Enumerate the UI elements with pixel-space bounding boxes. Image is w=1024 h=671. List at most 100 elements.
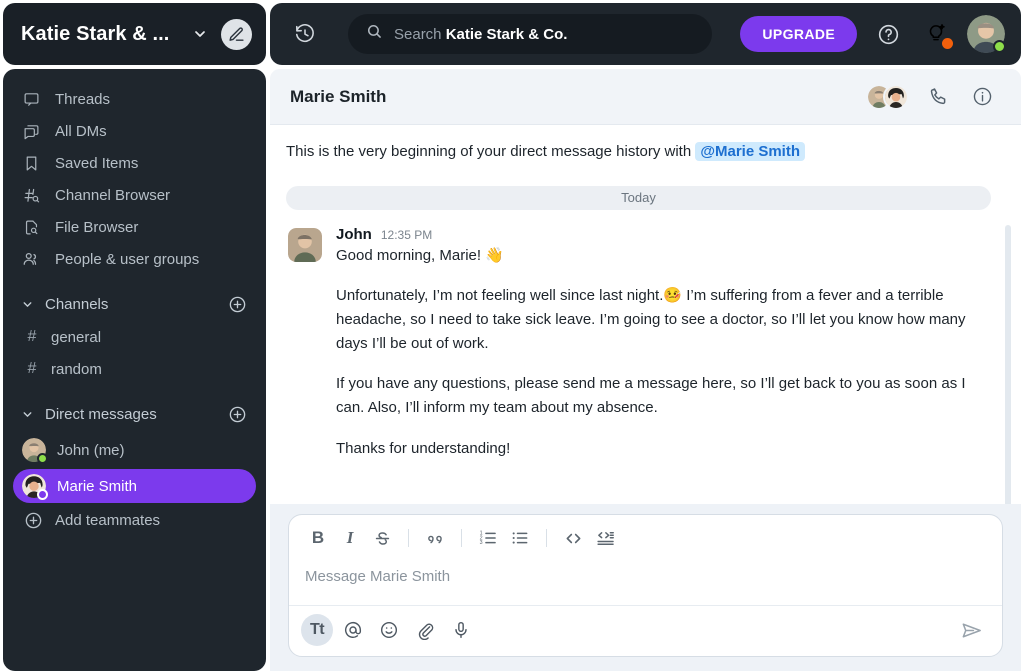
channel-name: general bbox=[51, 328, 102, 346]
formatting-toolbar: B I 123 bbox=[289, 515, 1002, 560]
toolbar-separator bbox=[546, 529, 547, 547]
workspace-header[interactable]: Katie Stark & ... bbox=[3, 3, 266, 65]
message-input[interactable]: Message Marie Smith bbox=[289, 560, 1002, 605]
inline-code-button[interactable] bbox=[558, 524, 588, 552]
conversation-intro: This is the very beginning of your direc… bbox=[286, 137, 991, 164]
file-browser-icon bbox=[21, 219, 41, 236]
sidebar-channel-random[interactable]: # random bbox=[13, 353, 256, 385]
attachment-button[interactable] bbox=[409, 614, 441, 646]
user-avatar-button[interactable] bbox=[967, 15, 1006, 53]
message-meta: John 12:35 PM bbox=[336, 226, 991, 243]
sidebar-item-label: People & user groups bbox=[55, 250, 200, 268]
message-timestamp: 12:35 PM bbox=[380, 227, 433, 242]
sidebar-item-label: Threads bbox=[55, 90, 111, 108]
mention-pill[interactable]: @Marie Smith bbox=[695, 142, 806, 161]
hash-icon: # bbox=[27, 360, 37, 377]
avatar bbox=[22, 438, 48, 464]
sidebar-item-file-browser[interactable]: File Browser bbox=[13, 211, 256, 243]
message-author[interactable]: John bbox=[336, 226, 372, 243]
people-icon bbox=[21, 250, 41, 268]
formatting-toggle[interactable]: Tt bbox=[301, 614, 333, 646]
search-text: Search Katie Stark & Co. bbox=[394, 26, 567, 43]
channel-browser-icon bbox=[21, 187, 41, 204]
sidebar-channel-general[interactable]: # general bbox=[13, 321, 256, 353]
add-dm-button[interactable] bbox=[226, 403, 248, 425]
sidebar-item-people[interactable]: People & user groups bbox=[13, 243, 256, 275]
bold-button[interactable]: B bbox=[303, 524, 333, 552]
bookmark-icon bbox=[21, 155, 41, 172]
sidebar-item-saved-items[interactable]: Saved Items bbox=[13, 147, 256, 179]
presence-dot-online bbox=[37, 453, 48, 464]
search-workspace: Katie Stark & Co. bbox=[445, 25, 568, 43]
message-list: This is the very beginning of your direc… bbox=[270, 125, 1021, 504]
notification-badge bbox=[942, 38, 953, 49]
presence-dot-online bbox=[993, 40, 1006, 53]
composer-area: B I 123 Message Marie Smith Tt bbox=[270, 504, 1021, 671]
sidebar-item-all-dms[interactable]: All DMs bbox=[13, 115, 256, 147]
top-bar: Search Katie Stark & Co. UPGRADE bbox=[270, 3, 1021, 65]
whats-new-button[interactable] bbox=[919, 17, 953, 51]
send-button[interactable] bbox=[954, 614, 988, 646]
conversation-members[interactable] bbox=[866, 83, 909, 110]
sidebar-item-channel-browser[interactable]: Channel Browser bbox=[13, 179, 256, 211]
main-panel: Marie Smith This is the very beginning o… bbox=[270, 69, 1021, 671]
add-channel-button[interactable] bbox=[226, 293, 248, 315]
sidebar-item-label: All DMs bbox=[55, 122, 107, 140]
add-teammates-label: Add teammates bbox=[55, 511, 161, 529]
code-block-button[interactable] bbox=[590, 524, 620, 552]
message-paragraph: Good morning, Marie! 👋 bbox=[336, 246, 504, 264]
intro-text: This is the very beginning of your direc… bbox=[286, 143, 692, 160]
chevron-down-icon bbox=[21, 298, 35, 311]
avatar bbox=[22, 474, 48, 500]
search-icon bbox=[366, 23, 383, 45]
dm-section-title: Direct messages bbox=[45, 405, 157, 423]
bullet-list-button[interactable] bbox=[505, 524, 535, 552]
toolbar-separator bbox=[408, 529, 409, 547]
phone-icon[interactable] bbox=[923, 82, 953, 112]
message-paragraph: Thanks for understanding! bbox=[336, 439, 511, 457]
message-row: John 12:35 PM Good morning, Marie! 👋 Unf… bbox=[286, 226, 991, 461]
toolbar-separator bbox=[461, 529, 462, 547]
sidebar-item-threads[interactable]: Threads bbox=[13, 83, 256, 115]
strikethrough-button[interactable] bbox=[367, 524, 397, 552]
voice-button[interactable] bbox=[445, 614, 477, 646]
mention-button[interactable] bbox=[337, 614, 369, 646]
message-scrollbar[interactable] bbox=[1005, 225, 1011, 504]
presence-dot-offline bbox=[37, 489, 48, 500]
hash-icon: # bbox=[27, 328, 37, 345]
info-circle-icon[interactable] bbox=[967, 82, 997, 112]
slack-app-window: Katie Stark & ... Threads All DMs Saved … bbox=[0, 0, 1024, 671]
dm-name: John (me) bbox=[57, 441, 125, 459]
add-teammates-button[interactable]: Add teammates bbox=[13, 503, 256, 537]
conversation-header: Marie Smith bbox=[270, 69, 1021, 125]
chevron-down-icon[interactable] bbox=[189, 26, 211, 42]
chevron-down-icon bbox=[21, 408, 35, 421]
sidebar-dm-john[interactable]: John (me) bbox=[13, 433, 256, 467]
channels-section-header[interactable]: Channels bbox=[13, 287, 256, 321]
sidebar: Threads All DMs Saved Items Channel Brow… bbox=[3, 69, 266, 671]
search-input[interactable]: Search Katie Stark & Co. bbox=[348, 14, 713, 54]
history-clock-icon[interactable] bbox=[288, 17, 322, 51]
compose-button[interactable] bbox=[221, 18, 252, 50]
channel-name: random bbox=[51, 360, 102, 378]
right-column: Search Katie Stark & Co. UPGRADE Marie S… bbox=[266, 0, 1024, 671]
message-paragraph: Unfortunately, I’m not feeling well sinc… bbox=[336, 287, 966, 352]
message-body: John 12:35 PM Good morning, Marie! 👋 Unf… bbox=[336, 226, 991, 461]
emoji-button[interactable] bbox=[373, 614, 405, 646]
italic-button[interactable]: I bbox=[335, 524, 365, 552]
upgrade-button[interactable]: UPGRADE bbox=[740, 16, 858, 52]
left-column: Katie Stark & ... Threads All DMs Saved … bbox=[0, 0, 266, 671]
sidebar-item-label: File Browser bbox=[55, 218, 139, 236]
blockquote-button[interactable] bbox=[420, 524, 450, 552]
sidebar-dm-marie-smith[interactable]: Marie Smith bbox=[13, 469, 256, 503]
dm-section-header[interactable]: Direct messages bbox=[13, 397, 256, 431]
conversation-title: Marie Smith bbox=[290, 86, 387, 106]
help-circle-icon[interactable] bbox=[871, 17, 905, 51]
message-avatar[interactable] bbox=[288, 227, 322, 262]
workspace-name: Katie Stark & ... bbox=[21, 22, 170, 45]
ordered-list-button[interactable]: 123 bbox=[473, 524, 503, 552]
channels-section-title: Channels bbox=[45, 295, 109, 313]
plus-circle-icon bbox=[22, 509, 44, 531]
svg-text:3: 3 bbox=[480, 540, 483, 546]
dm-name: Marie Smith bbox=[57, 477, 138, 495]
